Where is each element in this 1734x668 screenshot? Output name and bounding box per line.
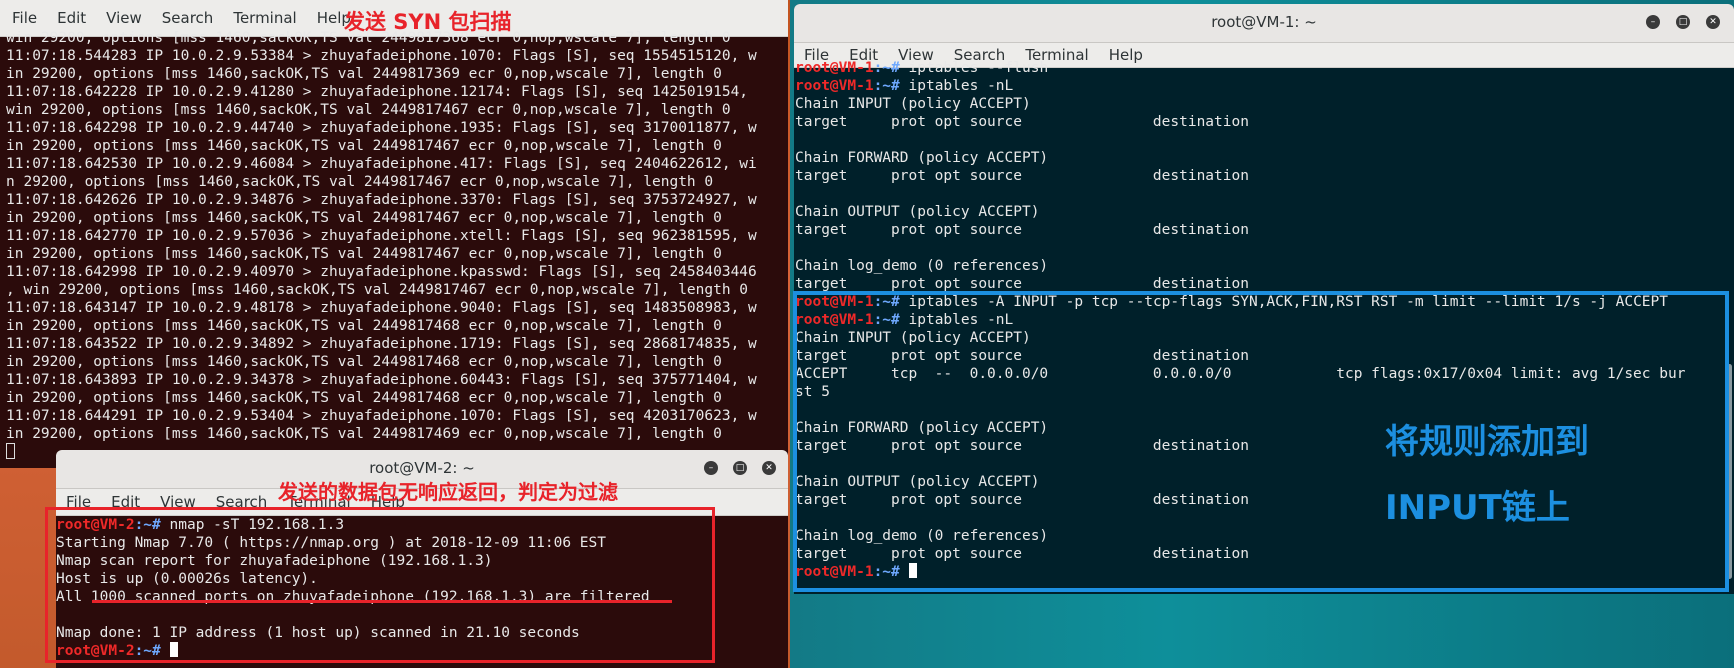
iptables-output-line: [795, 185, 1721, 203]
menu-terminal[interactable]: Terminal: [233, 9, 296, 27]
tcpdump-line: 11:07:18.642298 IP 10.0.2.9.44740 > zhuy…: [6, 120, 757, 136]
tcpdump-line: 11:07:18.544283 IP 10.0.2.9.53384 > zhuy…: [6, 48, 757, 64]
annotation-input-chain: INPUT链上: [1385, 488, 1570, 528]
window-title: root@VM-2: ~: [369, 459, 475, 477]
iptables-output-line: target prot opt source destination: [795, 222, 1249, 238]
iptables-output-line: target prot opt source destination: [795, 114, 1249, 130]
prompt-user: root@VM-1: [795, 60, 874, 76]
prompt-line: root@VM-1:~# iptables --flush: [795, 59, 1721, 77]
annotation-filtered: 发送的数据包无响应返回，判定为过滤: [278, 480, 618, 504]
iptables-output-line: Chain OUTPUT (policy ACCEPT): [795, 204, 1040, 220]
tcpdump-line: in 29200, options [mss 1460,sackOK,TS va…: [6, 66, 722, 82]
vm2-tcpdump-output[interactable]: win 29200, options [mss 1460,sackOK,TS v…: [6, 29, 788, 468]
tcpdump-line: in 29200, options [mss 1460,sackOK,TS va…: [6, 246, 722, 262]
menu-edit[interactable]: Edit: [57, 9, 86, 27]
prompt-path: :~#: [873, 78, 900, 94]
tcpdump-line: in 29200, options [mss 1460,sackOK,TS va…: [6, 318, 722, 334]
tcpdump-line: win 29200, options [mss 1460,sackOK,TS v…: [6, 30, 731, 46]
maximize-icon[interactable]: □: [1676, 15, 1690, 29]
tcpdump-line: 11:07:18.643522 IP 10.0.2.9.34892 > zhuy…: [6, 336, 757, 352]
prompt-line: root@VM-1:~# iptables -nL: [795, 77, 1721, 95]
highlight-box-nmap: [45, 507, 715, 663]
menu-view[interactable]: View: [106, 9, 142, 27]
iptables-output-line: [795, 239, 1721, 257]
command-text: iptables --flush: [899, 60, 1049, 76]
menu-file[interactable]: File: [12, 9, 37, 27]
window-title: root@VM-1: ~: [1211, 13, 1317, 31]
tcpdump-line: win 29200, options [mss 1460,sackOK,TS v…: [6, 102, 731, 118]
vm1-titlebar[interactable]: root@VM-1: ~ – □ ✕: [794, 4, 1734, 43]
underline-filtered: [92, 600, 672, 603]
iptables-output-line: [795, 131, 1721, 149]
maximize-icon[interactable]: □: [733, 461, 747, 475]
tcpdump-line: 11:07:18.642998 IP 10.0.2.9.40970 > zhuy…: [6, 264, 757, 280]
iptables-output-line: Chain INPUT (policy ACCEPT): [795, 96, 1031, 112]
close-icon[interactable]: ✕: [762, 461, 776, 475]
close-icon[interactable]: ✕: [1706, 15, 1720, 29]
tcpdump-line: 11:07:18.643147 IP 10.0.2.9.48178 > zhuy…: [6, 300, 757, 316]
tcpdump-line: in 29200, options [mss 1460,sackOK,TS va…: [6, 354, 722, 370]
iptables-output-line: Chain FORWARD (policy ACCEPT): [795, 150, 1049, 166]
tcpdump-line: 11:07:18.643893 IP 10.0.2.9.34378 > zhuy…: [6, 372, 757, 388]
annotation-add-rule: 将规则添加到: [1385, 422, 1589, 462]
tcpdump-line: , win 29200, options [mss 1460,sackOK,TS…: [6, 282, 749, 298]
vm2-tcpdump-window: File Edit View Search Terminal Help 发送 S…: [0, 0, 788, 468]
tcpdump-line: 11:07:18.642626 IP 10.0.2.9.34876 > zhuy…: [6, 192, 757, 208]
minimize-icon[interactable]: –: [704, 461, 718, 475]
tcpdump-line: 11:07:18.642770 IP 10.0.2.9.57036 > zhuy…: [6, 228, 757, 244]
tcpdump-line: in 29200, options [mss 1460,sackOK,TS va…: [6, 138, 722, 154]
iptables-output-line: target prot opt source destination: [795, 168, 1249, 184]
iptables-output-line: Chain log_demo (0 references): [795, 258, 1049, 274]
tcpdump-line: in 29200, options [mss 1460,sackOK,TS va…: [6, 390, 722, 406]
tcpdump-line: 11:07:18.644291 IP 10.0.2.9.53404 > zhuy…: [6, 408, 757, 424]
tcpdump-line: 11:07:18.642530 IP 10.0.2.9.46084 > zhuy…: [6, 156, 757, 172]
terminal-cursor: [6, 443, 15, 459]
prompt-path: :~#: [873, 60, 900, 76]
menu-search[interactable]: Search: [162, 9, 214, 27]
tcpdump-line: in 29200, options [mss 1460,sackOK,TS va…: [6, 426, 722, 442]
prompt-user: root@VM-1: [795, 78, 874, 94]
tcpdump-line: 11:07:18.642228 IP 10.0.2.9.41280 > zhuy…: [6, 84, 749, 100]
tcpdump-line: in 29200, options [mss 1460,sackOK,TS va…: [6, 210, 722, 226]
command-text: iptables -nL: [899, 78, 1014, 94]
tcpdump-line: n 29200, options [mss 1460,sackOK,TS val…: [6, 174, 714, 190]
minimize-icon[interactable]: –: [1646, 15, 1660, 29]
